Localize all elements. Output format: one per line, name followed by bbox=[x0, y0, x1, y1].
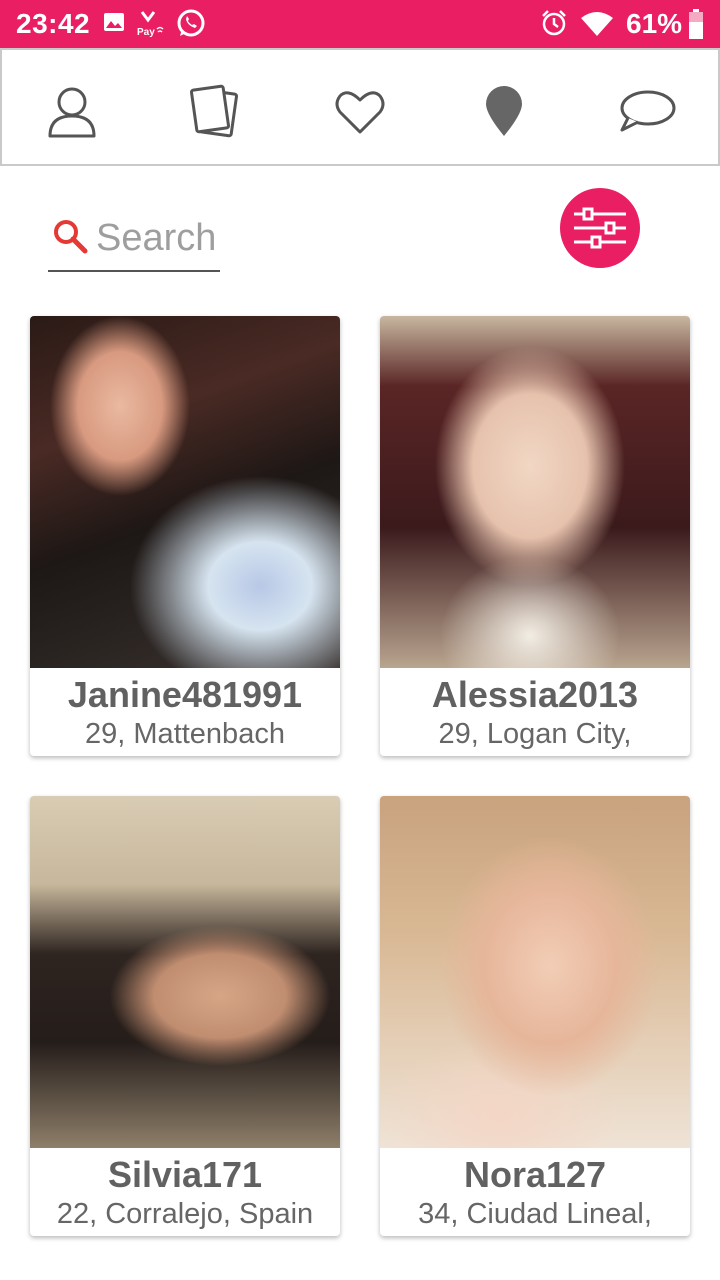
profile-name: Silvia171 bbox=[107, 1154, 263, 1195]
top-nav-bar bbox=[0, 48, 720, 166]
profile-photo bbox=[30, 316, 340, 668]
status-time: 23:42 bbox=[16, 8, 91, 39]
nav-nearby[interactable] bbox=[474, 82, 534, 142]
profile-name: Alessia2013 bbox=[431, 674, 639, 715]
profile-card[interactable]: Janine481991 29, Mattenbach bbox=[30, 316, 340, 756]
profile-name: Janine481991 bbox=[67, 674, 303, 715]
svg-text:Pay: Pay bbox=[137, 27, 155, 38]
alarm-icon bbox=[540, 9, 568, 42]
person-icon bbox=[48, 87, 96, 138]
heart-icon bbox=[335, 91, 385, 134]
search-input[interactable] bbox=[96, 218, 220, 258]
search-icon bbox=[52, 218, 90, 261]
nav-messages[interactable] bbox=[618, 82, 678, 142]
chat-bubble-icon bbox=[620, 90, 676, 132]
profile-info: 29, Logan City, bbox=[438, 718, 632, 750]
filter-button[interactable] bbox=[560, 188, 640, 268]
image-icon bbox=[102, 10, 126, 39]
profile-photo bbox=[30, 796, 340, 1148]
location-pin-icon bbox=[486, 86, 522, 136]
profile-card[interactable]: Alessia2013 29, Logan City, bbox=[380, 316, 690, 756]
battery-percent: 61% bbox=[626, 8, 683, 39]
nav-profile[interactable] bbox=[42, 82, 102, 142]
profile-info: 34, Ciudad Lineal, bbox=[418, 1198, 652, 1230]
whatsapp-icon bbox=[176, 9, 206, 44]
profile-card[interactable]: Nora127 34, Ciudad Lineal, bbox=[380, 796, 690, 1236]
pay-icon: Pay bbox=[136, 10, 168, 43]
sliders-icon bbox=[574, 207, 626, 249]
profile-info: 22, Corralejo, Spain bbox=[56, 1198, 314, 1230]
status-bar: 23:42 Pay 61% bbox=[0, 0, 720, 48]
profile-photo bbox=[380, 316, 690, 668]
cards-icon bbox=[189, 84, 239, 138]
battery-icon bbox=[688, 9, 704, 44]
profile-card[interactable]: Silvia171 22, Corralejo, Spain bbox=[30, 796, 340, 1236]
search-bar bbox=[48, 212, 220, 272]
profile-name: Nora127 bbox=[463, 1154, 607, 1195]
profile-info: 29, Mattenbach bbox=[85, 718, 285, 750]
nav-favorites[interactable] bbox=[330, 82, 390, 142]
nav-cards[interactable] bbox=[186, 82, 246, 142]
wifi-icon bbox=[580, 12, 614, 41]
profile-photo bbox=[380, 796, 690, 1148]
